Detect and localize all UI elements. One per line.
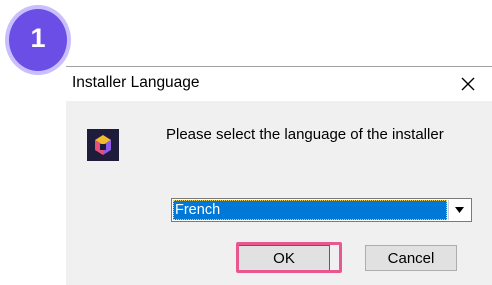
chevron-down-icon [455,207,464,213]
cancel-button[interactable]: Cancel [365,245,457,271]
prompt-text: Please select the language of the instal… [166,126,444,143]
dialog-body: Please select the language of the instal… [66,101,492,285]
app-logo-icon [87,129,119,161]
close-button[interactable] [454,70,482,98]
step-badge: 1 [2,2,74,78]
language-select-value: French [173,200,447,220]
step-number: 1 [5,5,71,75]
ok-button[interactable]: OK [238,245,330,271]
installer-language-dialog: Installer Language Please select the lan… [66,66,492,285]
language-select[interactable]: French [171,198,472,222]
title-bar[interactable]: Installer Language [66,67,492,101]
screenshot-stage: 1 Installer Language Please select the l… [0,0,492,285]
close-icon [461,77,475,91]
dropdown-arrow-button[interactable] [448,200,470,220]
dialog-title: Installer Language [72,74,200,91]
